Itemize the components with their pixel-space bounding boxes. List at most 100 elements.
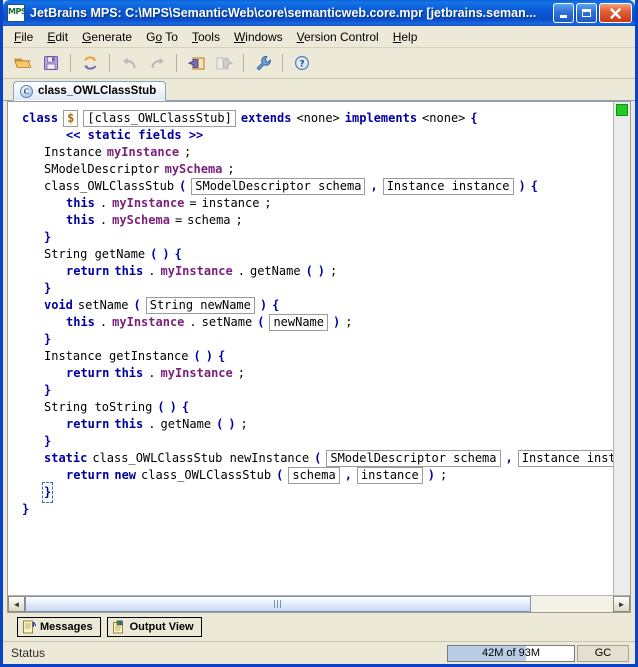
- code-line[interactable]: class_OWLClassStub(SModelDescriptor sche…: [8, 178, 613, 195]
- code-line[interactable]: class $ [class_OWLClassStub] extends <none> i…: [8, 110, 613, 127]
- code-token[interactable]: schema: [288, 467, 340, 484]
- code-line[interactable]: void setName(String newName){: [8, 297, 613, 314]
- code-token[interactable]: <none>: [296, 110, 340, 127]
- code-token[interactable]: class_OWLClassStub: [141, 467, 272, 484]
- menu-item-help[interactable]: Help: [386, 28, 425, 46]
- code-token[interactable]: .: [148, 416, 156, 433]
- code-line[interactable]: }: [8, 280, 613, 297]
- code-line[interactable]: }: [8, 229, 613, 246]
- code-token[interactable]: }: [44, 382, 52, 399]
- code-token[interactable]: }: [44, 229, 52, 246]
- code-token[interactable]: extends: [240, 110, 292, 127]
- output-view-button[interactable]: Output View: [106, 617, 202, 637]
- code-token[interactable]: String newName: [145, 297, 255, 314]
- code-token[interactable]: [class_OWLClassStub]: [83, 110, 236, 127]
- code-token[interactable]: String getName: [44, 246, 146, 263]
- code-token[interactable]: }: [44, 280, 52, 297]
- code-token[interactable]: (: [314, 450, 322, 467]
- code-line[interactable]: String toString(){: [8, 399, 613, 416]
- code-token[interactable]: return: [66, 263, 110, 280]
- code-token[interactable]: ;: [439, 467, 448, 484]
- code-token[interactable]: SModelDescriptor: [44, 161, 160, 178]
- code-token[interactable]: Instance: [44, 144, 102, 161]
- code-token[interactable]: myInstance: [160, 365, 233, 382]
- code-line[interactable]: String getName(){: [8, 246, 613, 263]
- open-project-button[interactable]: [9, 50, 37, 76]
- code-token[interactable]: (: [257, 314, 265, 331]
- code-line[interactable]: return this. getName();: [8, 416, 613, 433]
- code-token[interactable]: (: [216, 416, 224, 433]
- code-line[interactable]: this. myInstance = instance;: [8, 195, 613, 212]
- code-token[interactable]: mySchema: [164, 161, 223, 178]
- code-token[interactable]: {: [181, 399, 190, 416]
- code-token[interactable]: ,: [344, 467, 352, 484]
- code-token[interactable]: {: [217, 348, 226, 365]
- refresh-button[interactable]: [76, 50, 104, 76]
- maximize-button[interactable]: [576, 3, 597, 23]
- code-line[interactable]: static class_OWLClassStub newInstance(SMo…: [8, 450, 613, 467]
- code-token[interactable]: ): [427, 467, 435, 484]
- code-token[interactable]: getName: [249, 263, 301, 280]
- code-token[interactable]: }: [44, 331, 52, 348]
- code-line[interactable]: Instance getInstance(){: [8, 348, 613, 365]
- close-button[interactable]: [599, 3, 632, 23]
- code-token[interactable]: implements: [344, 110, 418, 127]
- code-token[interactable]: (: [150, 246, 158, 263]
- code-token[interactable]: $: [63, 110, 79, 127]
- help-button[interactable]: ?: [288, 50, 316, 76]
- code-line[interactable]: }: [8, 331, 613, 348]
- code-token[interactable]: SModelDescriptor schema: [326, 450, 501, 467]
- code-token[interactable]: ): [317, 263, 326, 280]
- code-token[interactable]: myInstance: [106, 144, 180, 161]
- code-token[interactable]: {: [272, 297, 280, 314]
- error-stripe[interactable]: [613, 102, 630, 595]
- code-token[interactable]: ;: [235, 212, 243, 229]
- code-token[interactable]: ): [205, 348, 213, 365]
- code-token[interactable]: ;: [330, 263, 338, 280]
- scroll-right-button[interactable]: ►: [613, 596, 630, 612]
- code-token[interactable]: ,: [505, 450, 513, 467]
- code-token[interactable]: ;: [240, 416, 248, 433]
- back-button[interactable]: [182, 50, 210, 76]
- gc-button[interactable]: GC: [577, 644, 629, 662]
- code-token[interactable]: String toString: [44, 399, 153, 416]
- code-token[interactable]: ;: [184, 144, 192, 161]
- code-token[interactable]: }: [22, 501, 30, 518]
- code-line[interactable]: Instance myInstance;: [8, 144, 613, 161]
- code-token[interactable]: {: [530, 178, 538, 195]
- code-token[interactable]: .: [237, 263, 245, 280]
- menu-item-windows[interactable]: Windows: [227, 28, 290, 46]
- code-token[interactable]: ,: [370, 178, 378, 195]
- code-token[interactable]: newName: [269, 314, 329, 331]
- code-token[interactable]: class_OWLClassStub newInstance: [92, 450, 310, 467]
- undo-button[interactable]: [115, 50, 143, 76]
- menu-item-tools[interactable]: Tools: [185, 28, 227, 46]
- code-token[interactable]: myInstance: [112, 314, 185, 331]
- horizontal-scrollbar[interactable]: ◄ ►: [8, 595, 630, 612]
- code-token[interactable]: this: [114, 263, 144, 280]
- code-token[interactable]: .: [99, 314, 108, 331]
- code-token[interactable]: this: [66, 212, 95, 229]
- code-line[interactable]: << static fields >>: [8, 127, 613, 144]
- menu-item-version-control[interactable]: Version Control: [290, 28, 386, 46]
- code-canvas[interactable]: class $ [class_OWLClassStub] extends <none> i…: [8, 102, 613, 595]
- code-token[interactable]: myInstance: [112, 195, 185, 212]
- code-token[interactable]: schema: [187, 212, 231, 229]
- code-line[interactable]: }: [8, 382, 613, 399]
- code-token[interactable]: getName: [160, 416, 212, 433]
- code-token[interactable]: ): [162, 246, 170, 263]
- code-token[interactable]: =: [189, 195, 197, 212]
- save-all-button[interactable]: [37, 50, 65, 76]
- code-token[interactable]: instance: [356, 467, 423, 484]
- code-token[interactable]: .: [148, 263, 156, 280]
- code-token[interactable]: void: [44, 297, 73, 314]
- menu-item-file[interactable]: File: [7, 28, 40, 46]
- code-token[interactable]: (: [133, 297, 141, 314]
- code-token[interactable]: =: [174, 212, 183, 229]
- menu-item-generate[interactable]: Generate: [75, 28, 139, 46]
- code-token[interactable]: ;: [237, 365, 245, 382]
- code-line[interactable]: return this. myInstance. getName();: [8, 263, 613, 280]
- code-token[interactable]: return: [66, 467, 110, 484]
- code-token[interactable]: ;: [227, 161, 235, 178]
- forward-button[interactable]: [210, 50, 238, 76]
